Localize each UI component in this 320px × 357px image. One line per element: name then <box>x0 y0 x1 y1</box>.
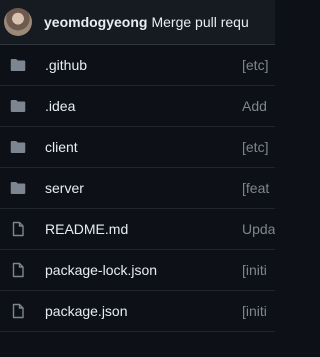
commit-author-link[interactable]: yeomdogyeong <box>44 14 147 30</box>
author-avatar[interactable] <box>4 8 32 36</box>
file-row-idea[interactable]: .idea Add <box>0 86 275 127</box>
file-icon <box>10 303 26 319</box>
file-commit-message[interactable]: [etc] <box>242 139 268 155</box>
file-commit-message[interactable]: [initi <box>242 262 267 278</box>
latest-commit-header: yeomdogyeong Merge pull requ <box>0 0 275 45</box>
file-commit-message[interactable]: [etc] <box>242 57 268 73</box>
file-commit-message[interactable]: Add <box>242 98 267 114</box>
file-commit-message[interactable]: Upda <box>242 221 275 237</box>
folder-icon <box>10 98 26 114</box>
file-name-link[interactable]: client <box>45 139 242 155</box>
file-row-github[interactable]: .github [etc] <box>0 45 275 86</box>
file-row-package-lock[interactable]: package-lock.json [initi <box>0 250 275 291</box>
file-name-link[interactable]: package-lock.json <box>45 262 242 278</box>
file-row-readme[interactable]: README.md Upda <box>0 209 275 250</box>
file-row-server[interactable]: server [feat <box>0 168 275 209</box>
file-icon <box>10 221 26 237</box>
file-name-link[interactable]: server <box>45 180 242 196</box>
file-commit-message[interactable]: [initi <box>242 303 267 319</box>
file-name-link[interactable]: .github <box>45 57 242 73</box>
file-name-link[interactable]: package.json <box>45 303 242 319</box>
folder-icon <box>10 57 26 73</box>
repository-file-list: yeomdogyeong Merge pull requ .github [et… <box>0 0 275 357</box>
folder-icon <box>10 180 26 196</box>
file-row-package[interactable]: package.json [initi <box>0 291 275 332</box>
file-row-client[interactable]: client [etc] <box>0 127 275 168</box>
file-name-link[interactable]: .idea <box>45 98 242 114</box>
file-icon <box>10 262 26 278</box>
file-name-link[interactable]: README.md <box>45 221 242 237</box>
commit-message-link[interactable]: Merge pull requ <box>151 14 248 30</box>
folder-icon <box>10 139 26 155</box>
file-commit-message[interactable]: [feat <box>242 180 269 196</box>
